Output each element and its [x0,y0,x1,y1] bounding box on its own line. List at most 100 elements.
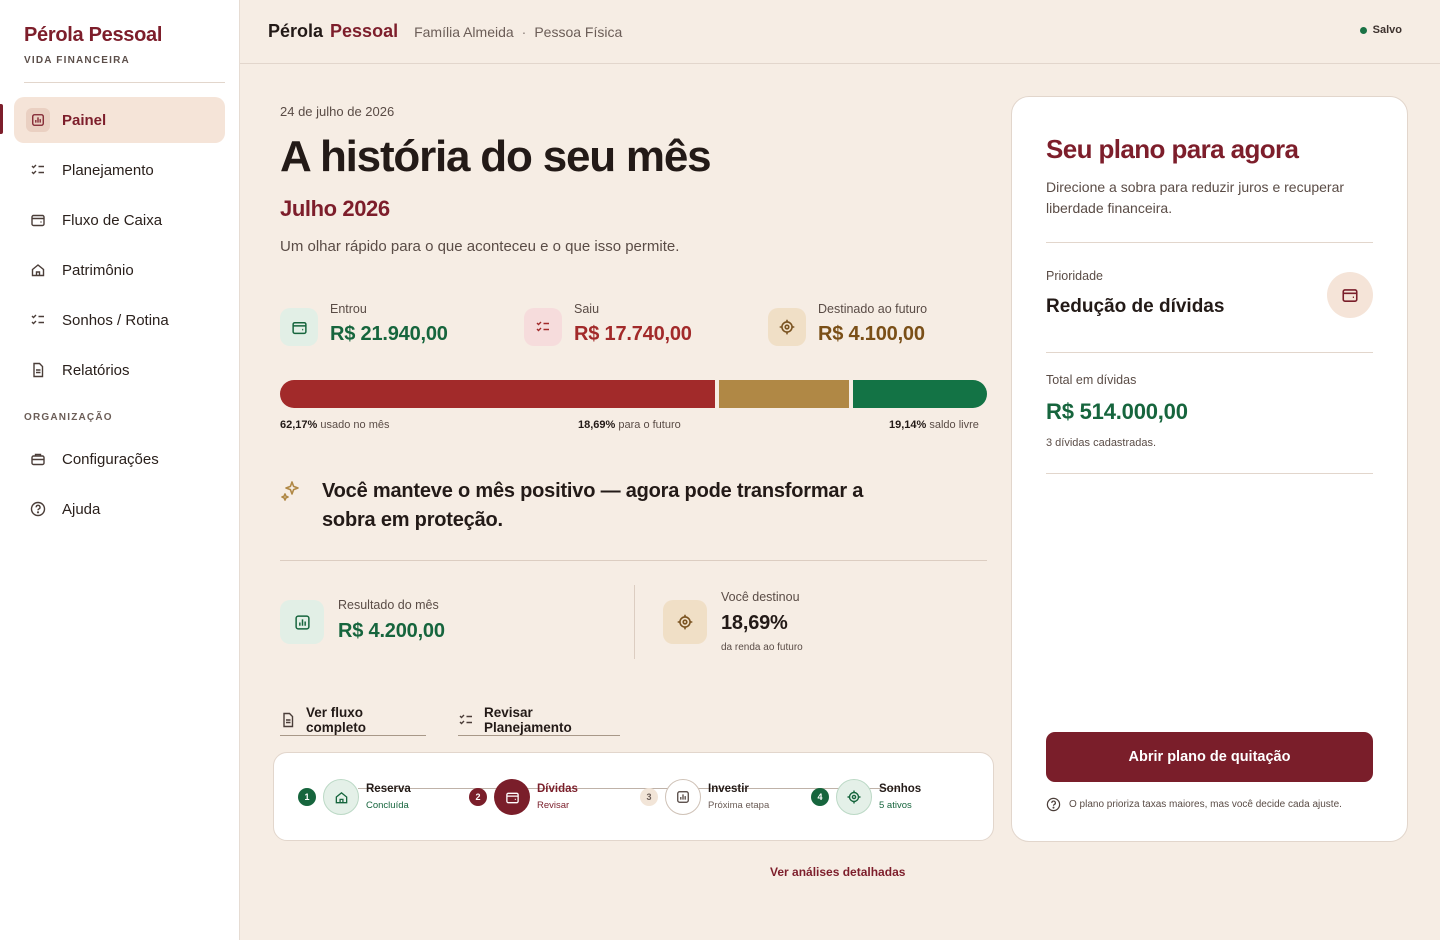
sidebar-item-patrimonio[interactable]: Patrimônio [14,247,225,293]
sidebar-item-planejamento[interactable]: Planejamento [14,147,225,193]
destined-label: Você destinou [721,590,800,604]
step-number: 4 [811,788,829,806]
home-icon [323,779,359,815]
stat-value: R$ 21.940,00 [330,323,448,345]
distribution-bar [280,380,987,408]
panel-footnote: O plano prioriza taxas maiores, mas você… [1046,797,1342,812]
stat-future: Destinado ao futuro R$ 4.100,00 [768,302,927,346]
plan-panel: Seu plano para agora Direcione a sobra p… [1011,96,1408,842]
sparkle-icon [280,480,302,509]
document-icon [26,358,50,382]
step-status: Concluída [366,800,409,811]
step-investir[interactable]: 3 Investir Próxima etapa [640,779,769,815]
total-debt-value: R$ 514.000,00 [1046,399,1188,424]
breadcrumb-separator: · [521,23,527,40]
briefcase-icon [26,447,50,471]
sidebar-item-label: Configurações [62,450,159,468]
destined-value: 18,69% [721,612,788,634]
stat-label: Entrou [330,302,367,316]
priority-label: Prioridade [1046,269,1103,283]
sidebar-item-painel[interactable]: Painel [14,97,225,143]
step-sonhos[interactable]: 4 Sonhos 5 ativos [811,779,921,815]
step-status: Revisar [537,800,570,811]
step-number: 3 [640,788,658,806]
total-debt-label: Total em dívidas [1046,373,1137,387]
topbar-title: Pérola [268,21,324,41]
stat-income: Entrou R$ 21.940,00 [280,302,448,346]
help-icon [1046,797,1061,812]
step-number: 1 [298,788,316,806]
divider [634,585,635,659]
chart-icon [665,779,701,815]
open-payoff-plan-button[interactable]: Abrir plano de quitação [1046,732,1373,782]
detailed-analysis-link[interactable]: Ver análises detalhadas [770,865,905,879]
chart-icon [26,108,50,132]
sidebar-item-label: Ajuda [62,500,101,518]
divider [1046,242,1373,243]
sidebar-item-label: Sonhos / Rotina [62,311,169,329]
step-title: Dívidas [537,783,578,795]
distribution-pct: 18,69% [578,419,616,431]
brand-subtitle: VIDA FINANCEIRA [24,55,130,66]
distribution-text: usado no mês [320,419,390,431]
stat-value: R$ 17.740,00 [574,323,692,345]
topbar-title-accent: Pessoal [330,21,399,41]
step-reserva[interactable]: 1 Reserva Concluída [298,779,411,815]
sidebar-item-configuracoes[interactable]: Configurações [14,436,225,482]
target-icon [663,600,707,644]
stat-label: Destinado ao futuro [818,302,928,316]
target-icon [836,779,872,815]
breadcrumb-profile[interactable]: Pessoa Física [534,24,622,40]
divider [280,560,987,561]
distribution-text: para o futuro [618,419,681,431]
help-icon [26,497,50,521]
stat-value: R$ 4.100,00 [818,323,925,345]
checklist-icon [524,308,562,346]
distribution-label-used: 62,17% usado no mês [280,419,389,431]
home-icon [26,258,50,282]
debt-count-note: 3 dívidas cadastradas. [1046,437,1157,449]
sidebar-item-label: Fluxo de Caixa [62,211,163,229]
divider [1046,473,1373,474]
distribution-segment-used [280,380,715,408]
sidebar-item-fluxo-de-caixa[interactable]: Fluxo de Caixa [14,197,225,243]
checklist-icon [26,158,50,182]
divider [1046,352,1373,353]
topbar: Pérola Pessoal Família Almeida · Pessoa … [240,0,1440,64]
stat-expense: Saiu R$ 17.740,00 [524,302,692,346]
sidebar-item-sonhos-rotina[interactable]: Sonhos / Rotina [14,297,225,343]
step-number: 2 [469,788,487,806]
result-label: Resultado do mês [338,598,439,612]
sidebar-item-relatorios[interactable]: Relatórios [14,347,225,393]
breadcrumb-family[interactable]: Família Almeida [414,24,514,40]
step-title: Investir [708,783,749,795]
page-subtitle: Um olhar rápido para o que aconteceu e o… [280,238,680,255]
page-title: A história do seu mês [280,132,712,181]
month-label: Julho 2026 [280,196,390,221]
wallet-icon [494,779,530,815]
sidebar-item-ajuda[interactable]: Ajuda [14,486,225,532]
step-status: Próxima etapa [708,800,770,811]
sidebar-item-label: Relatórios [62,361,130,379]
step-title: Reserva [366,783,411,795]
document-icon [280,712,296,728]
save-status-label: Salvo [1372,24,1402,36]
panel-description: Direcione a sobra para reduzir juros e r… [1046,179,1345,216]
step-dividas[interactable]: 2 Dívidas Revisar [469,779,578,815]
view-flow-button[interactable]: Ver fluxo completo [280,704,426,736]
chart-icon [280,600,324,644]
brand: Pérola Pessoal VIDA FINANCEIRA [24,24,162,66]
distribution-label-future: 18,69% para o futuro [578,419,681,431]
brand-name: Pérola Pessoal [24,24,163,46]
wallet-icon [26,208,50,232]
review-planning-button[interactable]: Revisar Planejamento [458,704,620,736]
checklist-icon [458,712,474,728]
divider [24,82,225,83]
sidebar-item-label: Planejamento [62,161,154,179]
distribution-text: saldo livre [929,419,979,431]
nav-section-label: ORGANIZAÇÃO [24,412,113,423]
review-planning-label: Revisar Planejamento [484,704,572,735]
current-date: 24 de julho de 2026 [280,104,395,119]
checklist-icon [26,308,50,332]
distribution-label-free: 19,14% saldo livre [889,419,979,431]
